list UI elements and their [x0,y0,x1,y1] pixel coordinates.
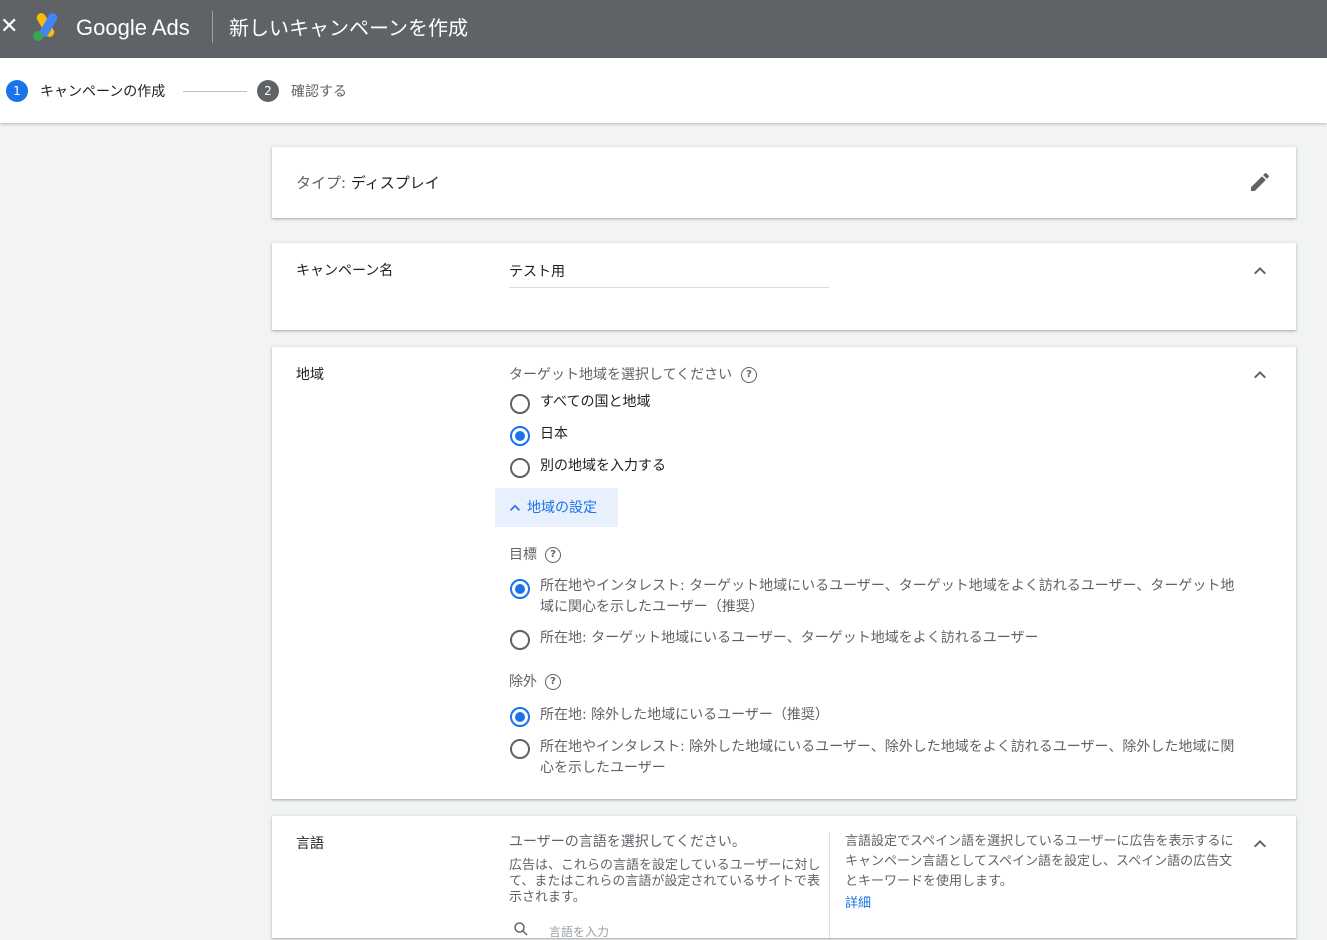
help-icon[interactable]: ? [545,547,561,563]
location-settings-label: 地域の設定 [527,500,597,516]
language-divider [829,832,830,938]
campaign-name-label: キャンペーン名 [296,263,394,279]
radio-japan-label[interactable]: 日本 [540,424,568,445]
radio-exclude-presence-label[interactable]: 所在地: 除外した地域にいるユーザー（推奨） [540,705,829,726]
chevron-up-icon [510,504,520,511]
campaign-name-card: キャンペーン名 テスト用 [272,243,1296,330]
step-connector [183,91,247,92]
type-value: ディスプレイ [350,174,440,192]
step-1-number[interactable]: 1 [6,80,28,102]
page-title: 新しいキャンペーンを作成 [229,16,468,40]
close-icon[interactable]: ✕ [0,14,18,40]
location-label: 地域 [296,367,324,383]
campaign-name-input[interactable]: テスト用 [509,261,565,281]
radio-other-location[interactable] [510,458,530,478]
language-help-text: 言語設定でスペイン語を選択しているユーザーに広告を表示するにキャンペーン言語とし… [845,834,1234,889]
stepper: 1 キャンペーンの作成 2 確認する [0,58,1327,123]
chevron-up-icon[interactable] [1248,363,1272,387]
radio-other-location-label[interactable]: 別の地域を入力する [540,456,666,477]
type-label: タイプ: [296,174,347,192]
radio-exclude-presence-interest-label[interactable]: 所在地やインタレスト: 除外した地域にいるユーザー、除外した地域をよく訪れるユー… [540,737,1240,779]
type-summary: タイプ: ディスプレイ [296,172,440,193]
google-ads-logo [33,13,58,41]
step-2-number[interactable]: 2 [257,80,279,102]
radio-exclude-presence-interest[interactable] [510,739,530,759]
radio-target-presence[interactable] [510,630,530,650]
step-2-label[interactable]: 確認する [291,82,347,102]
search-icon [514,922,528,936]
location-card: 地域 ターゲット地域を選択してください ? すべての国と地域 日本 別の地域を入… [272,347,1296,799]
type-card: タイプ: ディスプレイ [272,147,1296,218]
details-link[interactable]: 詳細 [845,892,871,911]
chevron-up-icon[interactable] [1248,259,1272,283]
language-card: 言語 ユーザーの言語を選択してください。 広告は、これらの言語を設定しているユー… [272,816,1296,940]
step-1-label[interactable]: キャンペーンの作成 [40,82,165,102]
chevron-up-icon[interactable] [1248,832,1272,856]
radio-japan[interactable] [510,426,530,446]
radio-exclude-presence[interactable] [510,707,530,727]
language-search-input[interactable]: 言語を入力 [549,923,609,940]
target-label: 目標 [509,547,537,563]
brand-name: Google Ads [76,15,190,40]
header-divider [212,11,213,43]
language-prompt: ユーザーの言語を選択してください。 [509,834,746,850]
radio-all-countries[interactable] [510,394,530,414]
pencil-icon[interactable] [1248,170,1272,194]
input-underline [509,287,829,288]
language-label: 言語 [296,836,324,852]
location-settings-button[interactable]: 地域の設定 [495,488,618,527]
location-prompt: ターゲット地域を選択してください [509,367,733,383]
top-app-bar: ✕ Google Ads 新しいキャンペーンを作成 [0,0,1327,58]
radio-all-countries-label[interactable]: すべての国と地域 [540,392,650,413]
help-icon[interactable]: ? [545,674,561,690]
exclude-label: 除外 [509,674,537,690]
help-icon[interactable]: ? [741,367,757,383]
radio-target-presence-label[interactable]: 所在地: ターゲット地域にいるユーザー、ターゲット地域をよく訪れるユーザー [540,628,1038,649]
radio-target-presence-interest-label[interactable]: 所在地やインタレスト: ターゲット地域にいるユーザー、ターゲット地域をよく訪れる… [540,576,1240,618]
radio-target-presence-interest[interactable] [510,579,530,599]
language-description: 広告は、これらの言語を設定しているユーザーに対して、またはこれらの言語が設定され… [509,858,821,905]
